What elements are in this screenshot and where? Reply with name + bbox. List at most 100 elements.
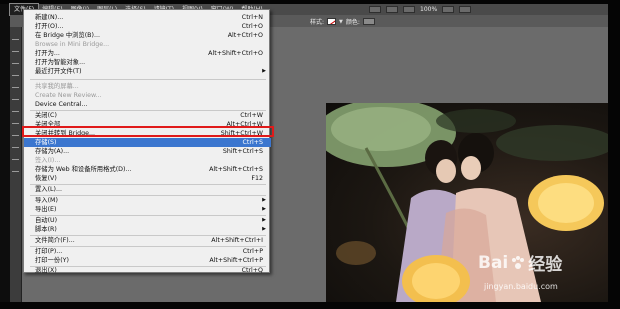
menu-item-scripts[interactable]: 脚本(R) ▶ [24, 225, 271, 234]
menu-item-exit[interactable]: 退出(X) Ctrl+Q [24, 266, 271, 275]
menu-item-shortcut: Ctrl+S [242, 139, 263, 146]
menu-item-label: 存储为(A)... [35, 148, 70, 155]
menu-item-label: Create New Review... [35, 92, 102, 99]
file-menu: 新建(N)... Ctrl+N 打开(O)... Ctrl+O 在 Bridge 中… [23, 9, 271, 275]
tool-icon[interactable] [12, 111, 19, 115]
menu-item-label: 存储为 Web 和设备所用格式(D)... [35, 166, 132, 173]
menu-item-browse-in-bridge[interactable]: 在 Bridge 中浏览(B)... Alt+Ctrl+O [24, 31, 271, 40]
menu-item-shortcut: Alt+Shift+Ctrl+O [208, 50, 263, 57]
screen-mode-button[interactable] [459, 6, 472, 13]
tool-icon[interactable] [12, 99, 19, 103]
menu-item-shortcut: Ctrl+Q [241, 267, 263, 274]
menu-item-label: 存储(S) [35, 139, 57, 146]
menu-item-open[interactable]: 打开(O)... Ctrl+O [24, 22, 271, 31]
menu-item-print-one-copy[interactable]: 打印一份(Y) Alt+Shift+Ctrl+P [24, 256, 271, 265]
color-swatch[interactable] [362, 18, 375, 25]
menu-item-shortcut: Ctrl+N [241, 14, 263, 21]
menu-item-open-as[interactable]: 打开为... Alt+Shift+Ctrl+O [24, 49, 271, 58]
tool-icon[interactable] [12, 75, 19, 79]
menu-item-print[interactable]: 打印(P)... Ctrl+P [24, 247, 271, 256]
tool-icon[interactable] [12, 123, 19, 127]
menu-item-automate[interactable]: 自动(U) ▶ [24, 216, 271, 225]
menu-item-label: 导入(M) [35, 197, 58, 204]
menu-item-save-as[interactable]: 存储为(A)... Shift+Ctrl+S [24, 147, 271, 156]
tool-icon[interactable] [12, 51, 19, 55]
menu-item-label: 新建(N)... [35, 14, 64, 21]
bridge-button[interactable] [369, 6, 381, 13]
menu-item-label: 恢复(V) [35, 175, 57, 182]
menu-item-place[interactable]: 置入(L)... [24, 185, 271, 194]
view-extras-button[interactable] [403, 6, 415, 13]
menu-item-label: 打开为智能对象... [35, 59, 86, 66]
tool-icon[interactable] [12, 135, 19, 139]
submenu-arrow-icon: ▶ [262, 197, 266, 203]
tool-icon[interactable] [12, 159, 19, 163]
letterbox-right [608, 0, 620, 309]
tool-icon[interactable] [12, 171, 19, 175]
menu-item-label: 最近打开文件(T) [35, 68, 82, 75]
tool-icon[interactable] [12, 39, 19, 43]
save-highlight-annotation [22, 126, 274, 137]
paw-icon [511, 255, 525, 270]
color-label: 颜色: [345, 19, 360, 26]
menu-item-new[interactable]: 新建(N)... Ctrl+N [24, 13, 271, 22]
menu-item-label: Browse in Mini Bridge... [35, 41, 110, 48]
menu-item-save-for-web[interactable]: 存储为 Web 和设备所用格式(D)... Alt+Shift+Ctrl+S [24, 165, 271, 174]
menu-item-browse-mini-bridge[interactable]: Browse in Mini Bridge... [24, 40, 271, 49]
document-photo [326, 103, 608, 302]
menu-item-device-central[interactable]: Device Central... [24, 100, 271, 109]
menu-item-shortcut: Alt+Shift+Ctrl+I [211, 237, 263, 244]
menu-item-label: Device Central... [35, 101, 88, 108]
menu-item-check-in[interactable]: 签入(I)... [24, 156, 271, 165]
menu-item-open-as-smart-object[interactable]: 打开为智能对象... [24, 58, 271, 67]
menu-item-recent-files[interactable]: 最近打开文件(T) ▶ [24, 67, 271, 76]
menu-item-file-info[interactable]: 文件简介(F)... Alt+Shift+Ctrl+I [24, 236, 271, 245]
menu-item-label: 共享我的屏幕... [35, 83, 79, 90]
watermark-logo-right: 经验 [528, 255, 563, 275]
menu-item-shortcut: Alt+Ctrl+O [227, 32, 263, 39]
menu-item-share-screen[interactable]: 共享我的屏幕... [24, 82, 271, 91]
menu-item-label: 置入(L)... [35, 186, 63, 193]
menu-item-shortcut: Alt+Shift+Ctrl+S [209, 166, 263, 173]
submenu-arrow-icon: ▶ [262, 217, 266, 223]
menu-item-shortcut: F12 [251, 175, 263, 182]
application-bar: 100% [365, 4, 608, 15]
menu-item-save[interactable]: 存储(S) Ctrl+S [24, 138, 271, 147]
tools-panel [10, 27, 22, 302]
menu-item-label: 打印(P)... [35, 248, 63, 255]
tool-icon[interactable] [12, 87, 19, 91]
baidu-watermark: Bai 经验 [478, 250, 563, 276]
menu-item-close[interactable]: 关闭(C) Ctrl+W [24, 111, 271, 120]
style-label: 样式: [310, 19, 325, 26]
menu-item-import[interactable]: 导入(M) ▶ [24, 196, 271, 205]
menu-item-label: 文件简介(F)... [35, 237, 75, 244]
tool-icon[interactable] [12, 63, 19, 67]
zoom-level[interactable]: 100% [420, 6, 437, 13]
letterbox-bottom [0, 302, 620, 309]
menu-item-label: 打开为... [35, 50, 60, 57]
style-dropdown-icon[interactable]: ▼ [339, 19, 343, 25]
watermark-url: jingyan.baidu.com [484, 282, 558, 291]
style-none-swatch[interactable] [327, 18, 337, 25]
menu-item-label: 退出(X) [35, 267, 57, 274]
menu-item-shortcut: Shift+Ctrl+S [222, 148, 263, 155]
menu-item-label: 在 Bridge 中浏览(B)... [35, 32, 100, 39]
menu-item-shortcut: Ctrl+O [241, 23, 263, 30]
menu-item-label: 脚本(R) [35, 226, 57, 233]
menu-item-shortcut: Ctrl+W [240, 112, 263, 119]
menu-item-label: 导出(E) [35, 206, 57, 213]
menu-separator [30, 79, 266, 80]
submenu-arrow-icon: ▶ [262, 206, 266, 212]
style-control: 样式: ▼ 颜色: [310, 17, 375, 26]
tool-icon[interactable] [12, 147, 19, 151]
menu-item-create-new-review[interactable]: Create New Review... [24, 91, 271, 100]
arrange-documents-button[interactable] [442, 6, 455, 13]
menu-item-shortcut: Ctrl+P [242, 248, 263, 255]
submenu-arrow-icon: ▶ [262, 226, 266, 232]
menu-item-export[interactable]: 导出(E) ▶ [24, 205, 271, 214]
menu-item-label: 关闭(C) [35, 112, 57, 119]
menu-item-revert[interactable]: 恢复(V) F12 [24, 174, 271, 183]
mini-bridge-button[interactable] [386, 6, 398, 13]
menu-item-label: 签入(I)... [35, 157, 61, 164]
menu-item-shortcut: Alt+Shift+Ctrl+P [209, 257, 263, 264]
